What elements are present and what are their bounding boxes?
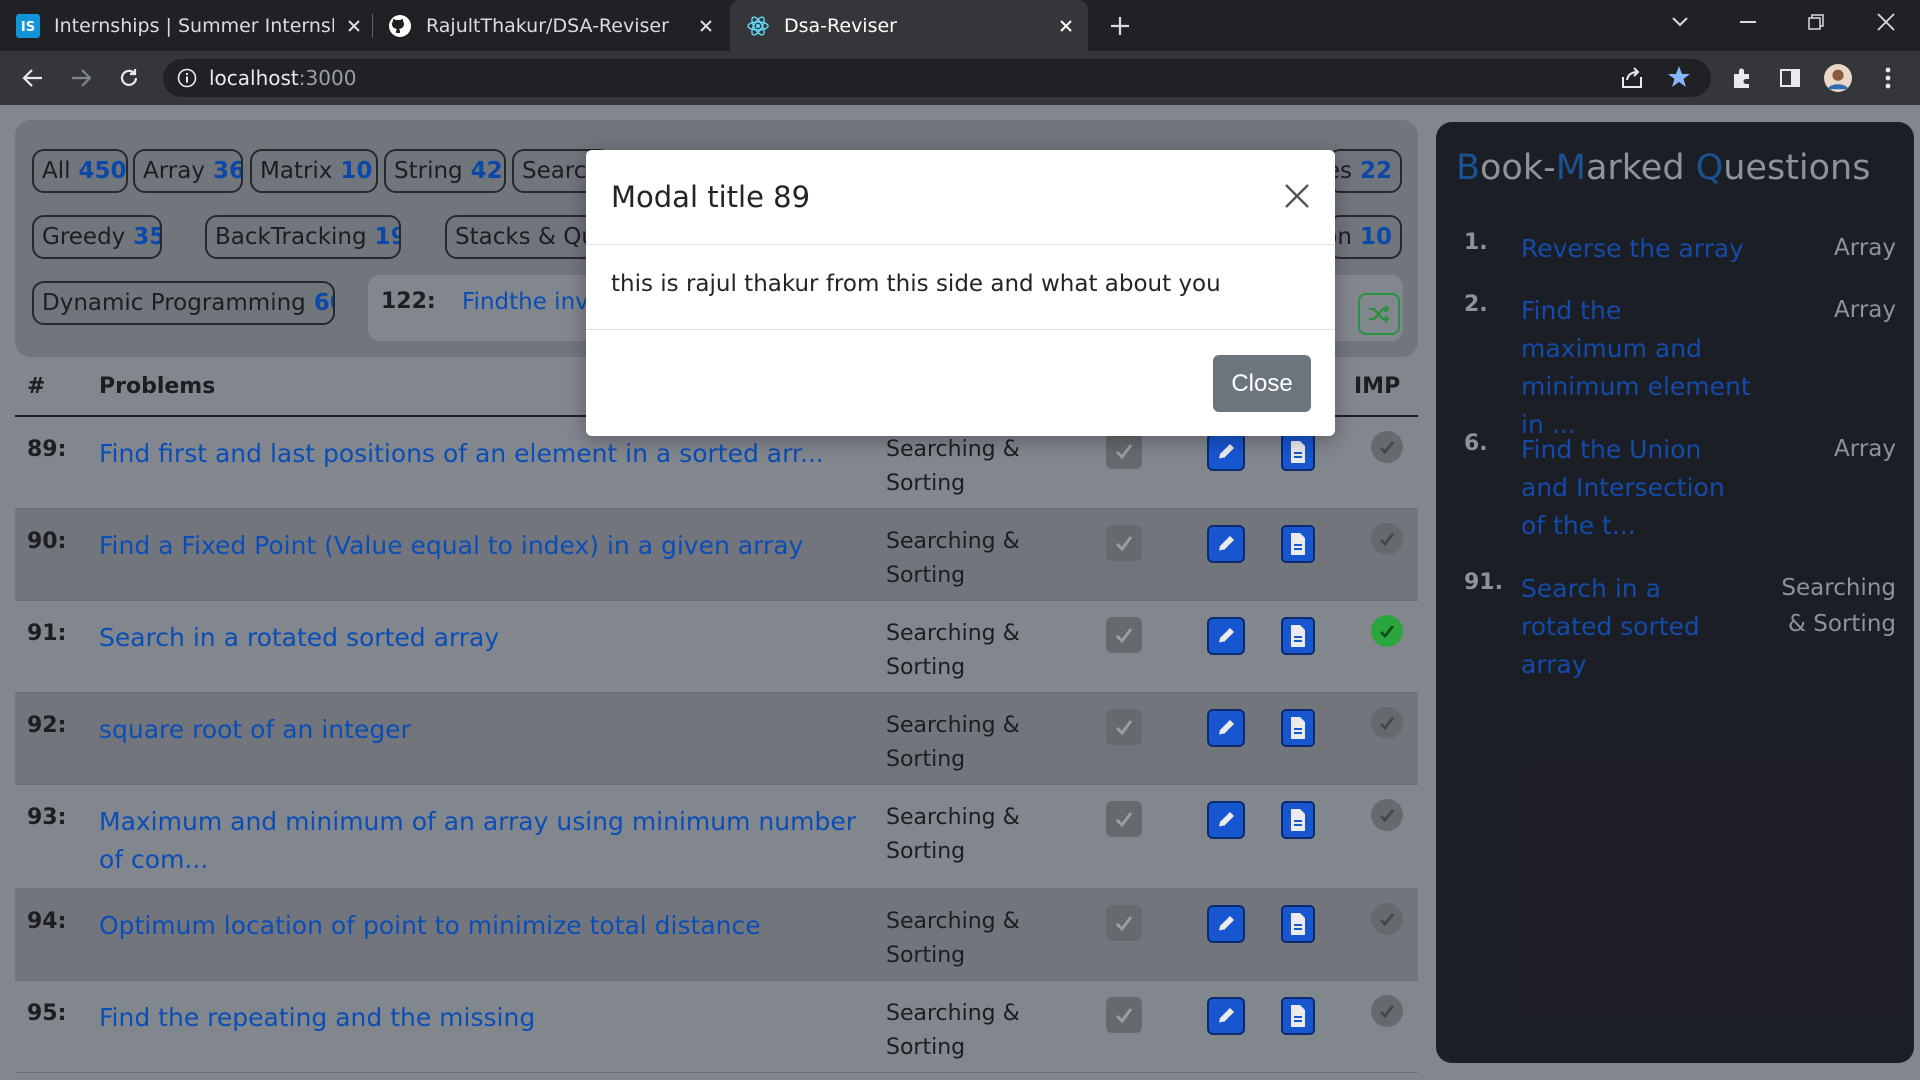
arrow-right-icon	[72, 69, 92, 87]
info-icon[interactable]	[177, 68, 197, 88]
modal-title: Modal title 89	[611, 180, 811, 214]
tab-dsa-reviser[interactable]: Dsa-Reviser	[730, 0, 1088, 51]
tab-title: RajultThakur/DSA-Reviser	[426, 14, 669, 37]
close-icon[interactable]	[342, 14, 366, 38]
modal-dialog: Modal title 89 this is rajul thakur from…	[586, 150, 1335, 436]
reload-button[interactable]	[112, 61, 146, 95]
plus-icon	[1111, 17, 1129, 35]
url-port: :3000	[298, 66, 357, 90]
more-vertical-icon	[1885, 67, 1891, 89]
internshala-icon: IS	[16, 13, 40, 38]
modal-close-button[interactable]: Close	[1213, 355, 1311, 412]
profile-avatar[interactable]	[1824, 64, 1852, 92]
reload-icon	[120, 69, 138, 86]
tab-title: Internships | Summer Internship i	[54, 14, 334, 37]
puzzle-icon	[1734, 68, 1749, 88]
minimize-button[interactable]	[1728, 8, 1768, 36]
arrow-left-icon	[22, 69, 42, 87]
tab-search-button[interactable]	[1660, 8, 1700, 36]
avatar-icon	[1824, 64, 1852, 92]
tab-internshala[interactable]: IS Internships | Summer Internship i	[16, 0, 366, 51]
close-window-button[interactable]	[1866, 8, 1906, 36]
modal-body: this is rajul thakur from this side and …	[586, 245, 1335, 330]
back-button[interactable]	[16, 61, 50, 95]
modal-header: Modal title 89	[586, 150, 1335, 245]
modal-close-icon[interactable]	[1279, 178, 1315, 214]
browser-tab-bar: IS Internships | Summer Internship i Raj…	[0, 0, 1920, 51]
extensions-button[interactable]	[1728, 64, 1756, 92]
address-bar[interactable]: localhost:3000	[163, 59, 1711, 97]
chevron-down-icon	[1672, 17, 1688, 27]
forward-button[interactable]	[64, 61, 98, 95]
side-panel-icon	[1780, 69, 1800, 87]
url-host: localhost	[209, 66, 299, 90]
close-icon	[1877, 13, 1895, 31]
tab-title: Dsa-Reviser	[784, 14, 897, 37]
react-icon	[746, 14, 770, 38]
browser-toolbar: localhost:3000	[0, 51, 1920, 105]
restore-icon	[1808, 14, 1824, 30]
tab-github[interactable]: RajultThakur/DSA-Reviser	[388, 0, 718, 51]
side-panel-button[interactable]	[1776, 64, 1804, 92]
svg-text:IS: IS	[21, 20, 35, 35]
github-icon	[388, 14, 412, 38]
share-icon[interactable]	[1619, 65, 1645, 91]
new-tab-button[interactable]	[1106, 12, 1134, 40]
close-icon[interactable]	[694, 14, 718, 38]
minimize-icon	[1740, 21, 1756, 23]
bookmark-star-icon[interactable]	[1666, 64, 1692, 90]
menu-button[interactable]	[1874, 64, 1902, 92]
close-icon[interactable]	[1054, 14, 1078, 38]
restore-button[interactable]	[1796, 8, 1836, 36]
modal-body-text: this is rajul thakur from this side and …	[611, 271, 1221, 297]
